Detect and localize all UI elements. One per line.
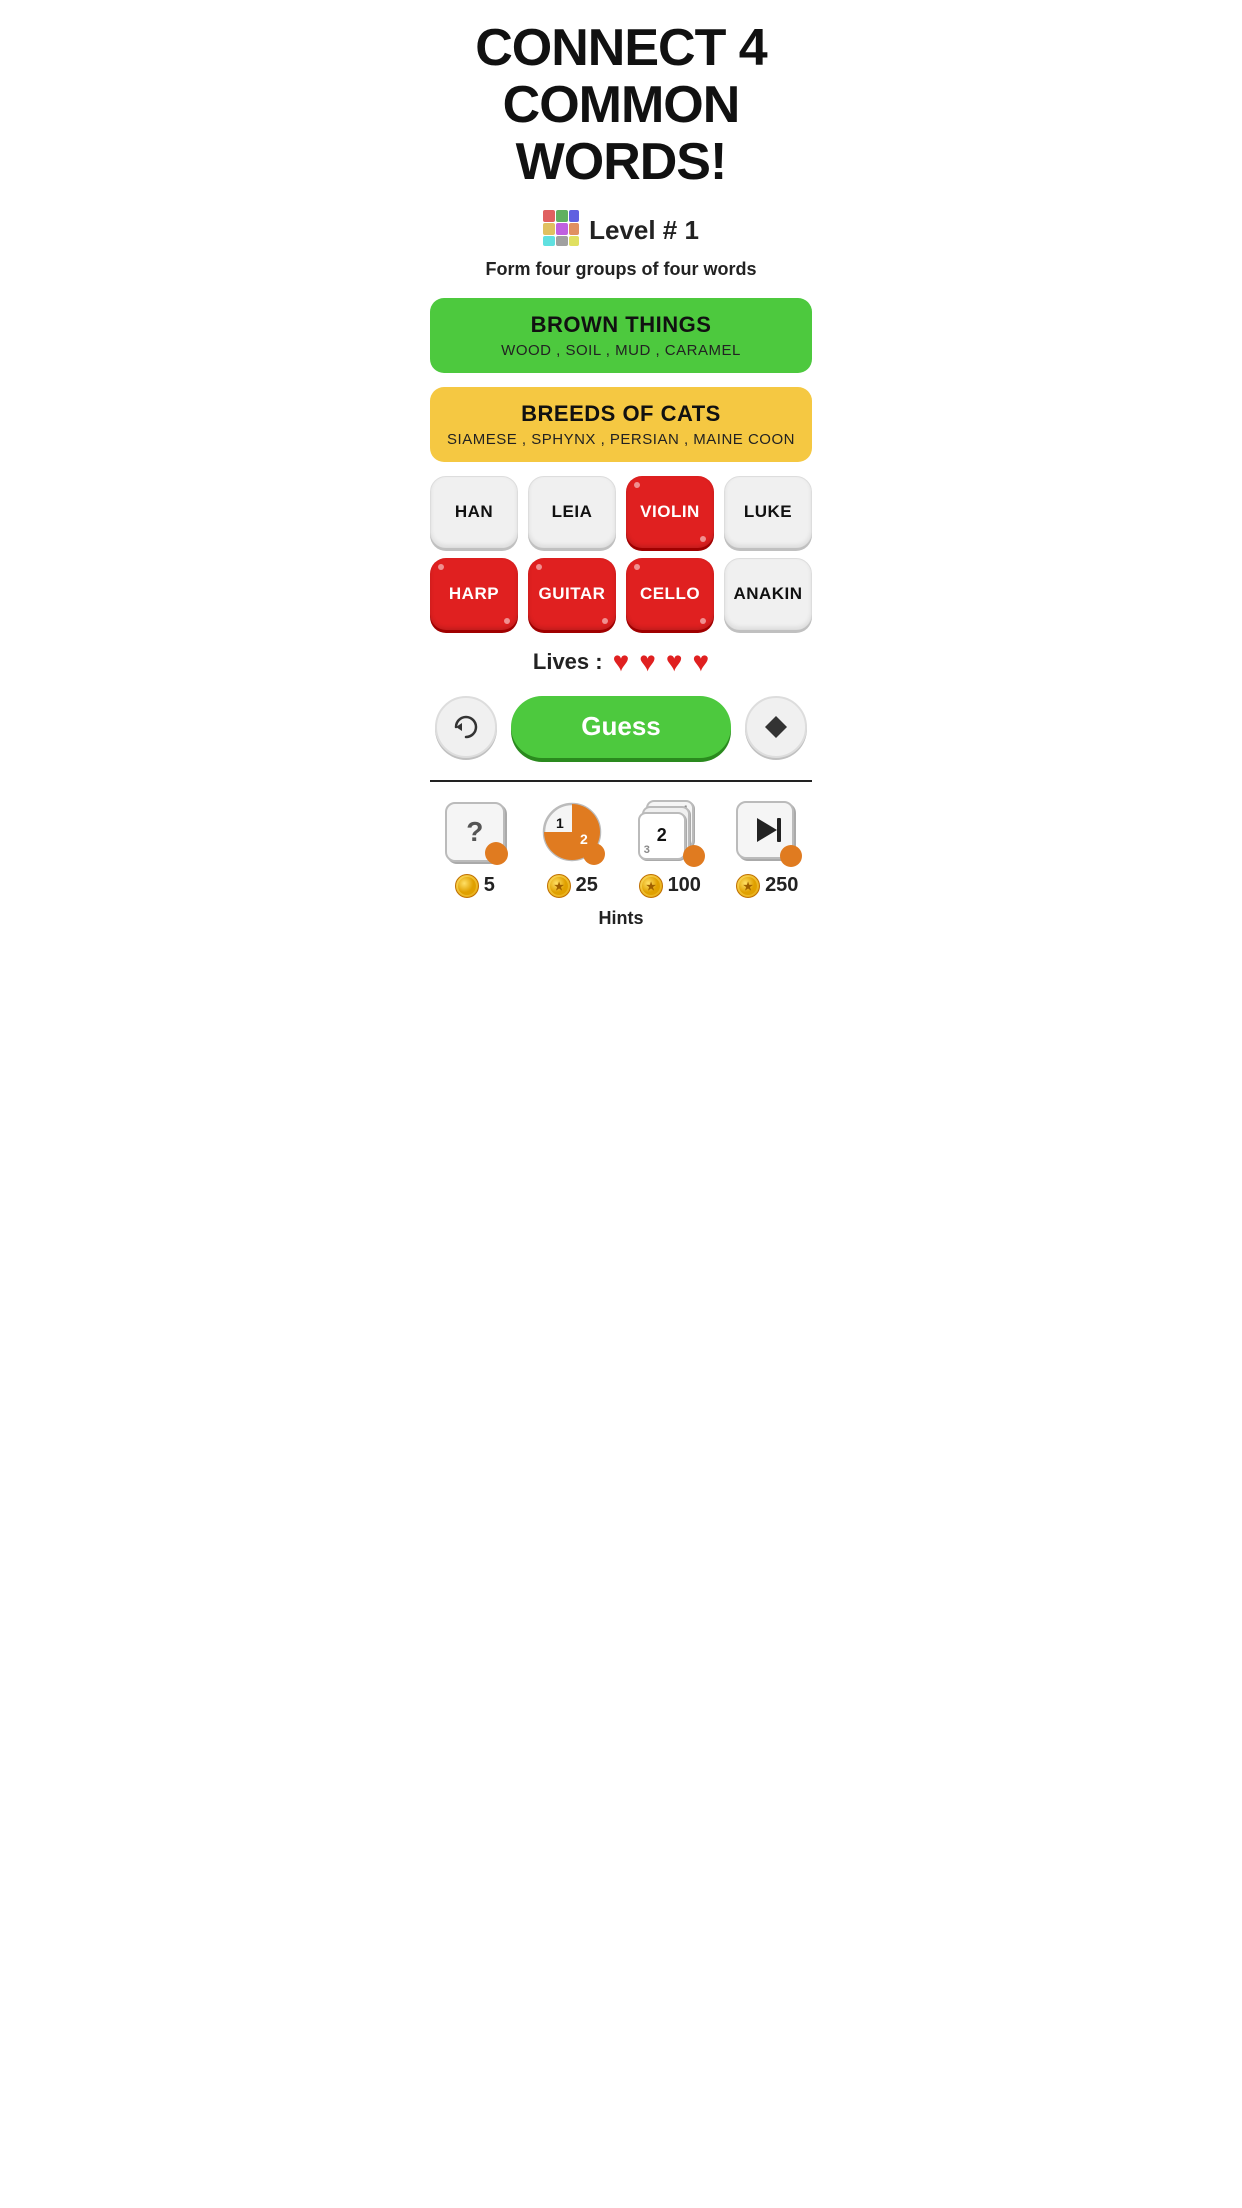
svg-text:★: ★: [554, 881, 564, 893]
heart-2: ♥: [639, 646, 656, 678]
refresh-button[interactable]: [435, 696, 497, 758]
hint-4-cost: 250: [765, 874, 798, 897]
lives-label: Lives :: [533, 649, 603, 675]
hints-label: Hints: [430, 908, 812, 929]
hints-section: ? 5: [430, 780, 812, 929]
hint-2[interactable]: 1 2 ★ 25: [528, 796, 618, 898]
tile-leia[interactable]: LEIA: [528, 476, 616, 548]
tile-luke[interactable]: LUKE: [724, 476, 812, 548]
tile-harp[interactable]: HARP: [430, 558, 518, 630]
level-subtitle: Form four groups of four words: [430, 259, 812, 280]
controls-row: Guess: [430, 696, 812, 758]
tile-cello[interactable]: CELLO: [626, 558, 714, 630]
hint-3[interactable]: 4 1 3 2: [625, 796, 715, 898]
level-icon: [543, 210, 579, 251]
heart-1: ♥: [613, 646, 630, 678]
guess-button[interactable]: Guess: [511, 696, 731, 758]
svg-text:★: ★: [743, 881, 753, 893]
word-grid: HAN LEIA VIOLIN LUKE HARP GUITAR CELLO A…: [430, 476, 812, 630]
category-yellow: BREEDS OF CATS SIAMESE , SPHYNX , PERSIA…: [430, 387, 812, 462]
hint-1[interactable]: ? 5: [430, 796, 520, 898]
hints-row: ? 5: [430, 796, 812, 898]
heart-4: ♥: [692, 646, 709, 678]
lives-row: Lives : ♥ ♥ ♥ ♥: [430, 646, 812, 678]
category-green-words: WOOD , SOIL , MUD , CARAMEL: [446, 342, 796, 359]
category-green: BROWN THINGS WOOD , SOIL , MUD , CARAMEL: [430, 298, 812, 373]
eraser-button[interactable]: [745, 696, 807, 758]
svg-text:★: ★: [646, 881, 656, 893]
svg-text:1: 1: [556, 815, 564, 831]
category-green-title: BROWN THINGS: [446, 312, 796, 338]
hint-3-cost: 100: [668, 874, 701, 897]
tile-violin[interactable]: VIOLIN: [626, 476, 714, 548]
hint-4[interactable]: ★ 250: [723, 796, 813, 898]
tile-guitar[interactable]: GUITAR: [528, 558, 616, 630]
game-title: CONNECT 4 COMMON WORDS!: [430, 20, 812, 192]
tile-han[interactable]: HAN: [430, 476, 518, 548]
hint-2-cost: 25: [576, 874, 598, 897]
category-yellow-words: SIAMESE , SPHYNX , PERSIAN , MAINE COON: [446, 431, 796, 448]
heart-3: ♥: [666, 646, 683, 678]
level-label: Level # 1: [589, 215, 699, 246]
category-yellow-title: BREEDS OF CATS: [446, 401, 796, 427]
tile-anakin[interactable]: ANAKIN: [724, 558, 812, 630]
hint-1-cost: 5: [484, 874, 495, 897]
